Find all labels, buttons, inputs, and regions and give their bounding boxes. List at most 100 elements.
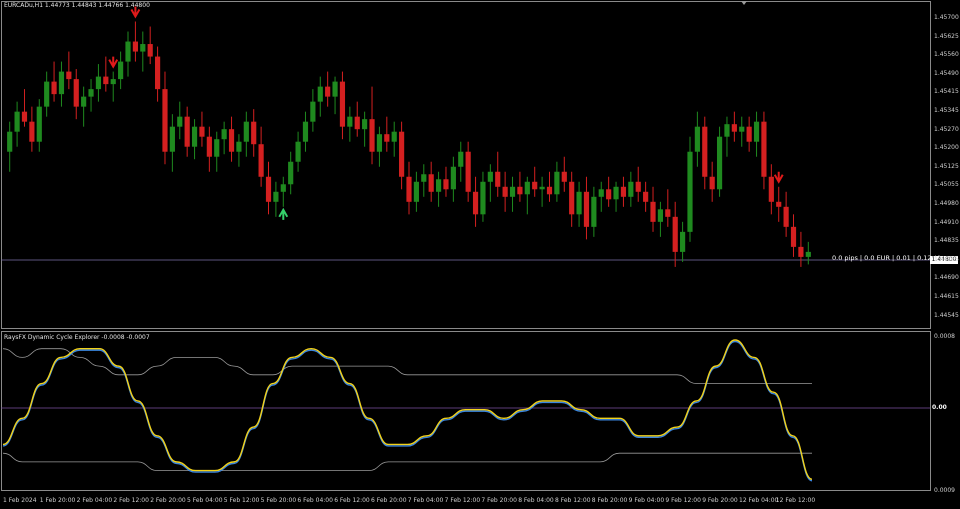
- price-tick-label: 1.45345: [934, 107, 959, 114]
- candle-body: [687, 151, 693, 232]
- candle-body: [739, 126, 745, 132]
- candle-body: [251, 121, 257, 145]
- price-tick-label: 1.45125: [934, 162, 959, 170]
- candle-body: [332, 81, 338, 97]
- candle-body: [29, 121, 35, 142]
- price-tick-label: 1.45490: [934, 69, 959, 77]
- indicator-title: RaysFX Dynamic Cycle Explorer -0.0008 -0…: [4, 334, 150, 341]
- candle-body: [81, 96, 87, 107]
- candle-body: [598, 189, 604, 197]
- candle-body: [569, 181, 575, 215]
- candle-body: [702, 126, 708, 177]
- candle-body: [517, 186, 523, 195]
- candle-body: [362, 119, 368, 130]
- candle-body: [790, 226, 797, 247]
- candle-body: [509, 186, 516, 197]
- price-tick-label: 1.44615: [934, 293, 959, 300]
- candle-body: [731, 124, 737, 132]
- candle-body: [199, 126, 205, 137]
- price-tick-label: 1.45700: [934, 14, 959, 21]
- candle-body: [783, 206, 789, 227]
- candle-body: [680, 231, 686, 252]
- time-tick-label: 7 Feb 12:00: [444, 497, 481, 504]
- candle-body: [369, 119, 375, 152]
- candle-body: [147, 44, 153, 57]
- candle-body: [317, 86, 323, 102]
- indicator-tick-label: 0.0008: [934, 333, 955, 340]
- candle-body: [154, 56, 161, 90]
- candle-body: [280, 184, 286, 192]
- candle-body: [21, 111, 28, 122]
- upper-band-line: [2, 348, 812, 384]
- candle-body: [465, 151, 471, 192]
- candle-body: [657, 209, 664, 222]
- candle-body: [14, 111, 20, 132]
- candle-body: [524, 181, 530, 195]
- candle-body: [118, 61, 124, 80]
- candle-body: [746, 126, 752, 142]
- candle-body: [591, 196, 597, 227]
- indicator-tick-label: 0.0009: [934, 487, 955, 494]
- candle-body: [583, 191, 590, 227]
- candle-body: [162, 89, 168, 152]
- candle-body: [435, 179, 442, 192]
- candle-body: [36, 106, 42, 142]
- candle-body: [177, 116, 183, 127]
- candle-body: [643, 191, 649, 202]
- time-tick-label: 8 Feb 04:00: [518, 497, 554, 504]
- time-tick-label: 5 Feb 12:00: [223, 497, 260, 504]
- time-tick-label: 1 Feb 20:00: [39, 497, 76, 504]
- sell-arrow-icon: [773, 171, 784, 184]
- candle-body: [95, 76, 102, 90]
- candle-body: [302, 121, 309, 142]
- time-tick-label: 5 Feb 20:00: [260, 497, 297, 504]
- candle-body: [310, 101, 316, 122]
- candle-body: [502, 186, 508, 197]
- trade-info-label: 0.0 pips | 0.0 EUR | 0.01 | 0.12 / |: [832, 254, 941, 262]
- candle-body: [761, 121, 767, 177]
- candle-body: [325, 86, 331, 97]
- price-tick-label: 1.44980: [934, 200, 959, 207]
- candle-body: [384, 134, 390, 142]
- symbol-title: EURCADu,H1 1.44773 1.44843 1.44766 1.448…: [4, 2, 150, 9]
- candle-body: [561, 171, 567, 182]
- candle-body: [672, 216, 678, 252]
- chart-canvas: [1, 6, 930, 482]
- candle-body: [110, 79, 116, 85]
- candle-body: [399, 131, 405, 177]
- time-tick-label: 9 Feb 20:00: [702, 497, 738, 504]
- candle-body: [132, 41, 138, 52]
- candle-body: [73, 79, 79, 107]
- candle-body: [169, 126, 175, 152]
- candle-body: [554, 171, 560, 195]
- candle-body: [458, 151, 464, 167]
- candle-body: [376, 134, 383, 152]
- candle-body: [805, 251, 811, 257]
- price-tick-label: 1.45055: [934, 181, 959, 189]
- shift-marker-icon[interactable]: [741, 1, 747, 5]
- candle-body: [635, 181, 641, 192]
- candle-body: [58, 71, 65, 95]
- candle-body: [339, 81, 346, 127]
- time-tick-label: 12 Feb 12:00: [775, 497, 816, 504]
- candle-body: [495, 171, 501, 187]
- time-tick-label: 8 Feb 12:00: [555, 497, 591, 504]
- candle-body: [768, 176, 774, 202]
- candle-body: [650, 201, 656, 222]
- candle-body: [88, 89, 94, 97]
- candle-body: [753, 121, 760, 142]
- candle-body: [709, 176, 715, 190]
- candle-body: [243, 121, 249, 142]
- candle-body: [480, 181, 486, 215]
- candle-body: [798, 246, 804, 257]
- candle-body: [236, 141, 242, 152]
- price-tick-label: 1.44765: [934, 255, 959, 263]
- candle-body: [443, 179, 449, 190]
- candle-body: [694, 126, 700, 152]
- candle-body: [265, 176, 272, 202]
- candle-body: [724, 124, 730, 137]
- time-tick-label: 1 Feb 2024: [3, 497, 37, 504]
- candle-body: [620, 186, 627, 197]
- candle-body: [354, 116, 360, 130]
- candle-body: [7, 131, 13, 152]
